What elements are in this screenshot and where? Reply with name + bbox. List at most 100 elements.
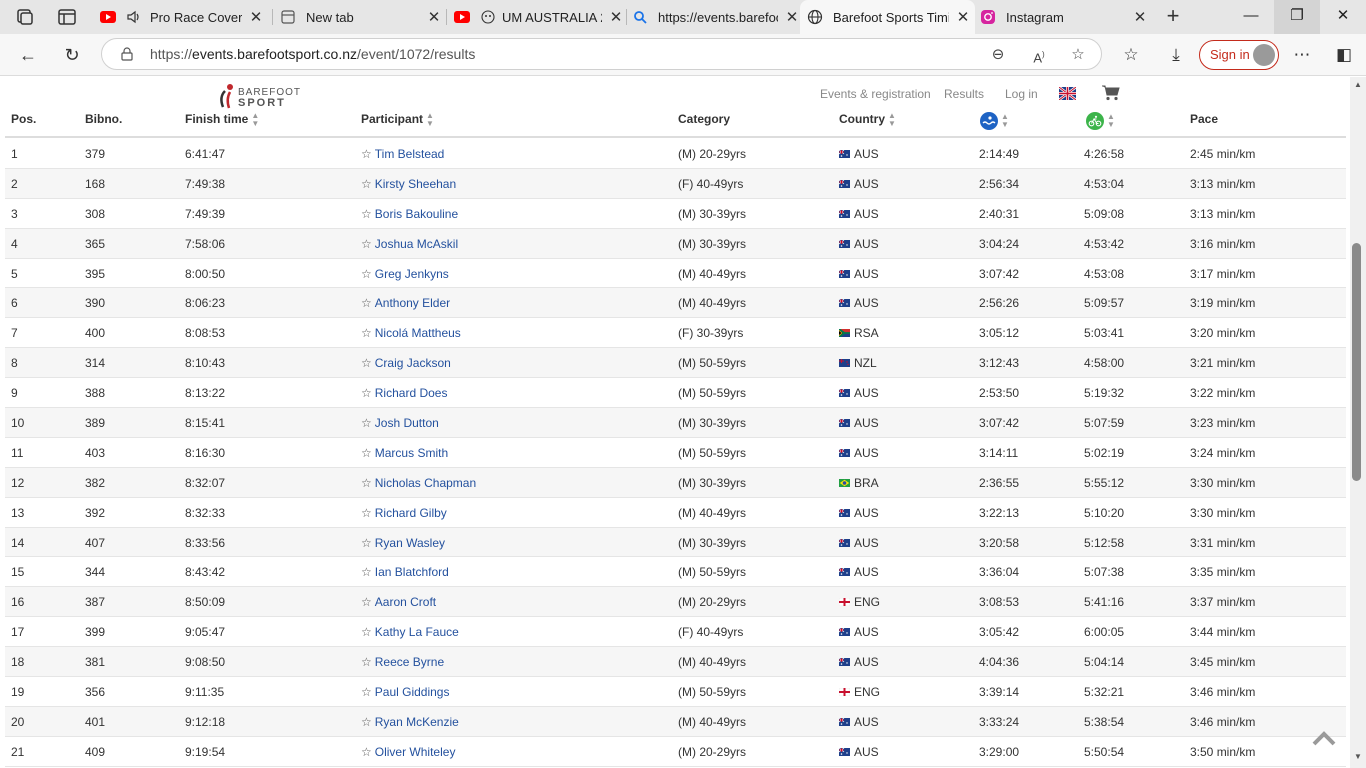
tab-instagram[interactable]: Instagram ✕: [980, 0, 1148, 34]
close-tab-icon[interactable]: ✕: [955, 8, 971, 26]
zoom-icon[interactable]: ⊖: [988, 45, 1008, 65]
star-icon[interactable]: ☆: [361, 565, 372, 579]
col-swim[interactable]: ▲ ▼: [980, 112, 1009, 130]
lock-icon[interactable]: [120, 47, 134, 61]
close-tab-icon[interactable]: ✕: [426, 8, 442, 26]
new-tab-button[interactable]: +: [1160, 4, 1186, 30]
col-country[interactable]: Country ▲ ▼: [839, 112, 896, 128]
scroll-up-arrow-icon[interactable]: ▲: [1350, 80, 1366, 92]
participant-name-link[interactable]: Richard Does: [375, 386, 448, 400]
uk-flag-icon[interactable]: [1059, 87, 1076, 100]
nav-results[interactable]: Results: [944, 87, 984, 101]
sort-icon[interactable]: ▲ ▼: [1107, 113, 1115, 129]
nav-events-registration[interactable]: Events & registration: [820, 87, 931, 101]
col-finish-time[interactable]: Finish time ▲ ▼: [185, 112, 259, 128]
close-window-icon[interactable]: ✕: [1320, 0, 1366, 34]
participant-name-link[interactable]: Kirsty Sheehan: [375, 177, 456, 191]
nav-log-in[interactable]: Log in: [1005, 87, 1038, 101]
star-icon[interactable]: ☆: [361, 715, 372, 729]
more-menu-icon[interactable]: ⋯: [1291, 44, 1313, 66]
sidebar-toggle-icon[interactable]: ◧: [1333, 44, 1355, 66]
participant-name-link[interactable]: Nicholas Chapman: [375, 476, 476, 490]
downloads-icon[interactable]: ⤓: [1165, 44, 1187, 66]
star-icon[interactable]: ☆: [361, 147, 372, 161]
participant-name-link[interactable]: Ryan Wasley: [375, 536, 445, 550]
cell-bib: 308: [85, 206, 106, 221]
close-tab-icon[interactable]: ✕: [608, 8, 624, 26]
star-icon[interactable]: ☆: [361, 207, 372, 221]
read-aloud-icon[interactable]: A): [1029, 45, 1049, 65]
back-to-top-icon[interactable]: [1309, 724, 1339, 754]
refresh-icon[interactable]: ↻: [59, 42, 85, 68]
country-code: AUS: [854, 565, 879, 580]
participant-name-link[interactable]: Boris Bakouline: [375, 207, 458, 221]
participant-name-link[interactable]: Josh Dutton: [375, 416, 439, 430]
mute-icon[interactable]: [480, 9, 496, 25]
tab-pro-race-coverage[interactable]: Pro Race Coverage ✕: [100, 0, 270, 34]
tab-barefoot-sports-timing[interactable]: Barefoot Sports Timing ✕: [800, 0, 975, 34]
star-icon[interactable]: ☆: [361, 655, 372, 669]
participant-name-link[interactable]: Joshua McAskil: [375, 237, 458, 251]
close-tab-icon[interactable]: ✕: [248, 8, 264, 26]
participant-name-link[interactable]: Ian Blatchford: [375, 565, 449, 579]
restore-icon[interactable]: ❐: [1274, 0, 1320, 34]
participant-name-link[interactable]: Aaron Croft: [375, 595, 436, 609]
sign-in-button[interactable]: Sign in: [1199, 40, 1279, 70]
address-bar[interactable]: https://events.barefootsport.co.nz/event…: [101, 38, 1102, 70]
star-icon[interactable]: ☆: [361, 536, 372, 550]
star-icon[interactable]: ☆: [361, 237, 372, 251]
tab-actions-icon[interactable]: [56, 7, 78, 27]
star-icon[interactable]: ☆: [361, 356, 372, 370]
favorites-icon[interactable]: ☆: [1120, 44, 1142, 66]
cell-finish-time: 9:12:18: [185, 714, 226, 729]
back-icon[interactable]: ←: [15, 42, 41, 68]
sort-icon[interactable]: ▲ ▼: [426, 112, 434, 128]
sort-icon[interactable]: ▲ ▼: [1001, 113, 1009, 129]
col-bike[interactable]: ▲ ▼: [1086, 112, 1115, 130]
star-icon[interactable]: ☆: [361, 506, 372, 520]
star-icon[interactable]: ☆: [361, 416, 372, 430]
workspaces-icon[interactable]: [14, 7, 36, 27]
star-icon[interactable]: ☆: [361, 386, 372, 400]
tab-events-barefootsport[interactable]: https://events.barefootsport ✕: [632, 0, 800, 34]
cell-bike-split: 5:38:54: [1084, 714, 1125, 729]
participant-cell: ☆ Richard Gilby: [361, 506, 447, 520]
star-icon[interactable]: ☆: [361, 476, 372, 490]
participant-name-link[interactable]: Kathy La Fauce: [375, 625, 459, 639]
favorite-star-icon[interactable]: ☆: [1068, 45, 1088, 65]
star-icon[interactable]: ☆: [361, 326, 372, 340]
star-icon[interactable]: ☆: [361, 267, 372, 281]
table-row: 17 399 9:05:47 (F) 40-49yrs 3:05:42 6:00:05 3:…: [5, 617, 1346, 648]
participant-name-link[interactable]: Nicolá Mattheus: [375, 326, 461, 340]
tab-um-australia[interactable]: UM AUSTRALIA 2023 ✕: [454, 0, 624, 34]
participant-name-link[interactable]: Greg Jenkyns: [375, 267, 449, 281]
participant-name-link[interactable]: Oliver Whiteley: [375, 745, 456, 759]
participant-name-link[interactable]: Ryan McKenzie: [375, 715, 459, 729]
star-icon[interactable]: ☆: [361, 625, 372, 639]
participant-name-link[interactable]: Tim Belstead: [375, 147, 445, 161]
col-participant[interactable]: Participant ▲ ▼: [361, 112, 434, 128]
star-icon[interactable]: ☆: [361, 745, 372, 759]
participant-name-link[interactable]: Craig Jackson: [375, 356, 451, 370]
star-icon[interactable]: ☆: [361, 177, 372, 191]
participant-name-link[interactable]: Reece Byrne: [375, 655, 444, 669]
participant-name-link[interactable]: Richard Gilby: [375, 506, 447, 520]
star-icon[interactable]: ☆: [361, 446, 372, 460]
table-row: 13 392 8:32:33 (M) 40-49yrs 3:22:13 5:10:20 3:…: [5, 498, 1346, 528]
sort-icon[interactable]: ▲ ▼: [251, 112, 259, 128]
close-tab-icon[interactable]: ✕: [1132, 8, 1148, 26]
sort-icon[interactable]: ▲ ▼: [888, 112, 896, 128]
star-icon[interactable]: ☆: [361, 685, 372, 699]
scrollbar-thumb[interactable]: [1352, 243, 1361, 481]
close-tab-icon[interactable]: ✕: [784, 8, 800, 26]
participant-name-link[interactable]: Marcus Smith: [375, 446, 448, 460]
participant-name-link[interactable]: Anthony Elder: [375, 296, 450, 310]
minimize-icon[interactable]: —: [1228, 0, 1274, 34]
speaker-icon[interactable]: [126, 9, 142, 25]
scroll-down-arrow-icon[interactable]: ▼: [1350, 752, 1366, 764]
star-icon[interactable]: ☆: [361, 296, 372, 310]
star-icon[interactable]: ☆: [361, 595, 372, 609]
participant-name-link[interactable]: Paul Giddings: [375, 685, 450, 699]
cart-icon[interactable]: [1102, 85, 1120, 101]
tab-new-tab[interactable]: New tab ✕: [280, 0, 442, 34]
